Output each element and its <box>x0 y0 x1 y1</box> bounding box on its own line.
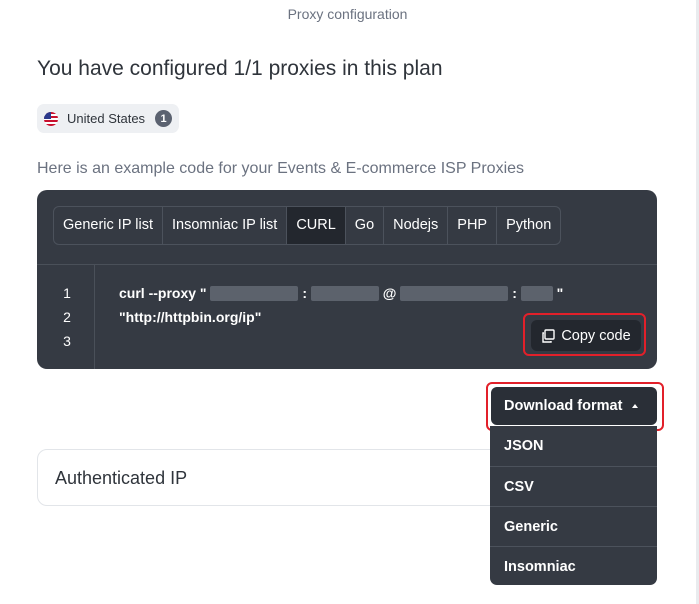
us-flag-icon <box>44 111 58 126</box>
tab-nodejs[interactable]: Nodejs <box>384 207 449 244</box>
line-number: 2 <box>63 309 71 325</box>
redacted-username <box>400 286 509 301</box>
tab-insomniac-ip-list[interactable]: Insomniac IP list <box>163 207 288 244</box>
copy-icon <box>542 328 556 343</box>
code-separator: : <box>512 285 517 301</box>
language-tabs: Generic IP list Insomniac IP list CURL G… <box>53 206 562 245</box>
code-panel: Generic IP list Insomniac IP list CURL G… <box>37 190 657 369</box>
code-suffix: " <box>556 285 564 301</box>
page-header-title: Proxy configuration <box>287 6 408 22</box>
gutter-divider <box>94 265 95 369</box>
code-prefix: curl --proxy " <box>119 285 207 301</box>
country-label: United States <box>67 111 146 126</box>
chevron-up-icon <box>632 404 639 408</box>
code-divider <box>37 264 657 265</box>
code-separator: : <box>302 285 307 301</box>
redacted-password <box>520 286 553 301</box>
copy-code-button[interactable]: Copy code <box>531 320 641 351</box>
authenticated-ip-card: Authenticated IP <box>37 449 507 506</box>
redacted-port <box>310 286 379 301</box>
menu-item-generic[interactable]: Generic <box>490 506 657 546</box>
page-title: You have configured 1/1 proxies in this … <box>37 57 443 80</box>
tab-go[interactable]: Go <box>346 207 385 244</box>
tab-curl[interactable]: CURL <box>287 207 346 244</box>
line-number: 3 <box>63 333 71 349</box>
copy-code-label: Copy code <box>561 327 631 344</box>
tab-python[interactable]: Python <box>497 207 560 244</box>
download-format-menu: JSON CSV Generic Insomniac <box>490 426 657 585</box>
code-separator: @ <box>382 285 397 301</box>
tab-generic-ip-list[interactable]: Generic IP list <box>54 207 163 244</box>
download-format-label: Download format <box>504 398 623 414</box>
code-line-2: "http://httpbin.org/ip" <box>119 309 262 325</box>
country-chip[interactable]: United States 1 <box>37 104 179 133</box>
country-count-badge: 1 <box>155 110 173 127</box>
menu-item-insomniac[interactable]: Insomniac <box>490 546 657 585</box>
code-line-1: curl --proxy " : @ : " <box>119 285 563 301</box>
example-code-label: Here is an example code for your Events … <box>37 160 525 177</box>
menu-item-csv[interactable]: CSV <box>490 466 657 506</box>
line-number: 1 <box>63 285 71 301</box>
tab-php[interactable]: PHP <box>448 207 498 244</box>
redacted-host <box>210 286 299 301</box>
download-format-button[interactable]: Download format <box>491 387 657 425</box>
menu-item-json[interactable]: JSON <box>490 426 657 466</box>
authenticated-ip-title: Authenticated IP <box>55 468 188 488</box>
